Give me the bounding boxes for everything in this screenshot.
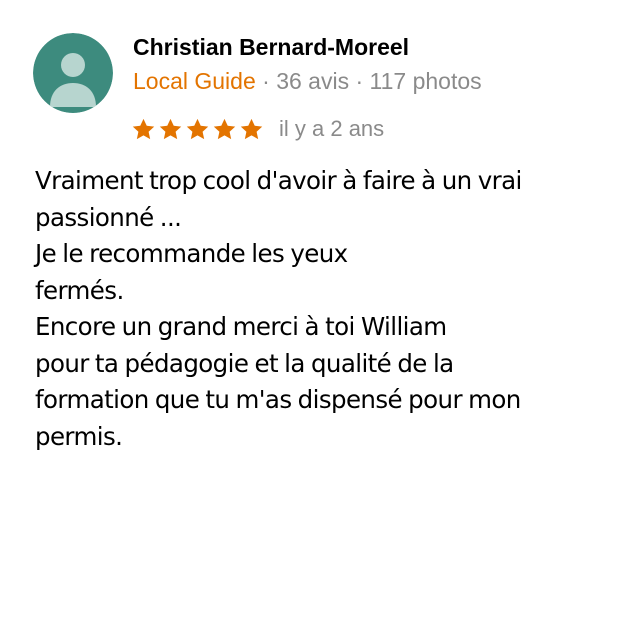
meta-separator: · xyxy=(349,68,370,94)
star-icon xyxy=(159,118,182,139)
star-icon xyxy=(132,118,155,139)
author-meta: Local Guide · 36 avis · 117 photos xyxy=(133,66,482,96)
review-card: Christian Bernard-Moreel Local Guide · 3… xyxy=(0,0,627,635)
person-silhouette-icon xyxy=(33,33,113,113)
reviews-count: 36 avis xyxy=(276,68,350,94)
rating-line: il y a 2 ans xyxy=(131,114,384,144)
local-guide-badge: Local Guide xyxy=(133,68,256,94)
star-icon xyxy=(213,118,236,139)
avatar[interactable] xyxy=(33,33,113,113)
meta-separator: · xyxy=(255,68,277,94)
photos-count: 117 photos xyxy=(369,68,482,94)
star-icon xyxy=(240,118,263,139)
review-text: Vraiment trop cool d'avoir à faire à un … xyxy=(35,166,522,451)
author-name[interactable]: Christian Bernard-Moreel xyxy=(133,33,409,61)
review-date: il y a 2 ans xyxy=(279,116,385,141)
star-rating xyxy=(131,117,266,142)
star-icon xyxy=(186,118,209,139)
